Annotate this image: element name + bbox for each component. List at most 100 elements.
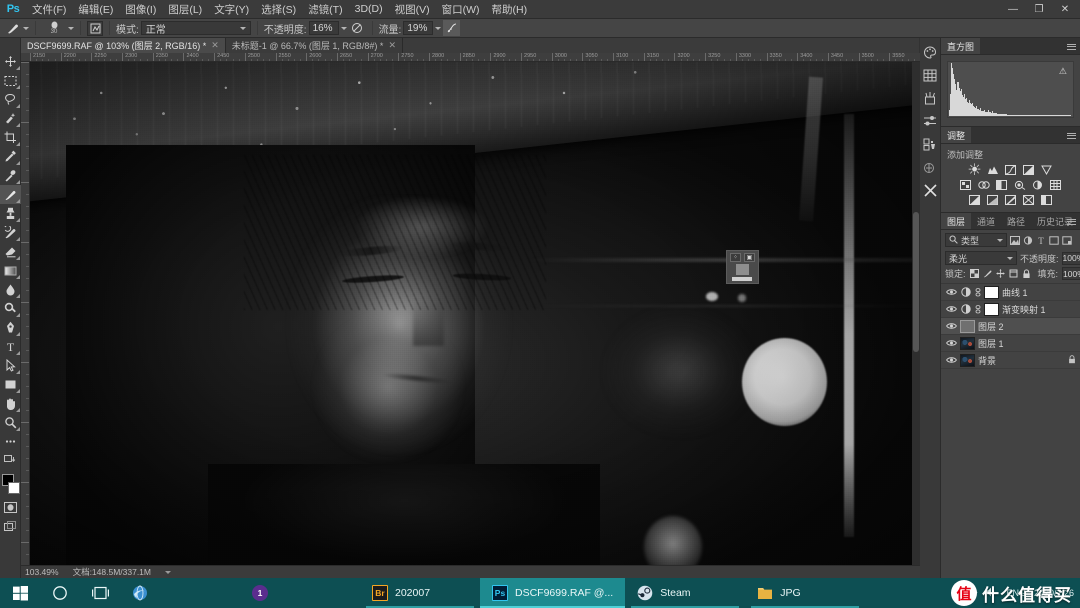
posterize-icon[interactable] <box>986 194 999 206</box>
color-balance-icon[interactable] <box>977 179 990 191</box>
layer-row[interactable]: 背景 <box>941 352 1080 369</box>
clone-source-icon[interactable] <box>920 134 941 154</box>
brush-size-preview[interactable]: 30 <box>42 19 66 38</box>
brightness-contrast-icon[interactable]: ☀ <box>967 162 981 179</box>
flow-input[interactable]: 19% <box>403 21 434 35</box>
taskbar-app-edge[interactable] <box>120 578 240 608</box>
lock-artboard-icon[interactable] <box>1009 268 1018 279</box>
layer-fill-input[interactable]: 100% <box>1062 267 1080 280</box>
menu-item-4[interactable]: 文字(Y) <box>208 0 255 19</box>
brush-presets-icon[interactable] <box>920 88 941 108</box>
ime-indicator[interactable]: ENG <box>1006 588 1026 598</box>
menu-item-1[interactable]: 编辑(E) <box>72 0 119 19</box>
adjustment-thumbnail-icon[interactable] <box>960 303 971 315</box>
materials-icon[interactable] <box>920 157 941 177</box>
minimize-button[interactable]: — <box>1000 0 1026 19</box>
airbrush-toggle-icon[interactable] <box>443 20 461 36</box>
tab-channels[interactable]: 通道 <box>971 213 1002 229</box>
blend-mode-select[interactable]: 正常 <box>140 21 251 36</box>
document-tab-active[interactable]: DSCF9699.RAF @ 103% (图层 2, RGB/16) * ✕ <box>21 38 226 53</box>
brush-tool[interactable] <box>0 185 21 204</box>
menu-item-7[interactable]: 3D(D) <box>349 0 389 19</box>
windows-start-icon[interactable] <box>0 578 40 608</box>
brush-tool-icon[interactable] <box>4 20 21 36</box>
smart-object-filter-icon[interactable] <box>1062 234 1072 246</box>
color-lookup-icon[interactable] <box>1049 179 1062 191</box>
layer-name[interactable]: 图层 1 <box>978 337 1004 350</box>
screen-mode-toggle[interactable] <box>0 451 21 470</box>
layer-thumbnail[interactable] <box>960 353 975 367</box>
lock-all-icon[interactable] <box>1022 268 1031 279</box>
layer-list[interactable]: 曲线 1 渐变映射 1 图层 2 图层 1 背景 <box>941 283 1080 578</box>
color-swatches[interactable] <box>0 472 21 498</box>
channel-mixer-icon[interactable] <box>1031 179 1044 191</box>
quick-mask-toggle[interactable] <box>0 498 21 517</box>
menu-item-10[interactable]: 帮助(H) <box>486 0 534 19</box>
gradient-map-icon[interactable] <box>1022 194 1035 206</box>
tab-layers[interactable]: 图层 <box>941 213 972 229</box>
hue-saturation-icon[interactable] <box>959 179 972 191</box>
black-white-icon[interactable] <box>995 179 1008 191</box>
spot-healing-brush-tool[interactable] <box>0 166 21 185</box>
panel-menu-icon[interactable] <box>1067 42 1076 51</box>
canvas-area[interactable]: 2150 2200 2250 2300 2350 2400 2450 2500 2550 2600… <box>21 53 920 578</box>
vibrance-icon[interactable] <box>1040 164 1053 176</box>
layer-mask-thumbnail[interactable] <box>984 285 999 299</box>
layer-mask-thumbnail[interactable] <box>984 302 999 316</box>
panel-menu-icon[interactable] <box>1067 131 1076 140</box>
type-filter-icon[interactable]: T <box>1036 234 1046 246</box>
crop-tool[interactable] <box>0 128 21 147</box>
eye-icon[interactable] <box>945 286 957 299</box>
layer-name[interactable]: 渐变映射 1 <box>1002 303 1046 316</box>
layer-row[interactable]: 图层 2 <box>941 318 1080 335</box>
menu-item-9[interactable]: 窗口(W) <box>436 0 486 19</box>
horizontal-ruler[interactable]: 2150 2200 2250 2300 2350 2400 2450 2500 2550 2600… <box>21 53 920 62</box>
selective-color-icon[interactable] <box>1040 194 1053 206</box>
menu-item-8[interactable]: 视图(V) <box>389 0 436 19</box>
pixel-filter-icon[interactable] <box>1010 234 1020 246</box>
mask-link-icon[interactable] <box>974 286 981 298</box>
brush-settings-icon[interactable] <box>920 111 941 131</box>
menu-item-5[interactable]: 选择(S) <box>255 0 302 19</box>
lock-position-icon[interactable] <box>995 268 1005 279</box>
taskbar-app-one[interactable]: 1 <box>240 578 360 608</box>
clock[interactable]: 2020/7/26 <box>1034 588 1074 599</box>
lock-transparent-icon[interactable] <box>969 268 979 279</box>
eye-icon[interactable] <box>945 303 957 316</box>
swatches-grid-icon[interactable] <box>920 65 941 85</box>
status-menu-icon[interactable] <box>165 570 171 574</box>
task-view-icon[interactable] <box>80 578 120 608</box>
widget-move-button[interactable]: ⁘ <box>729 253 741 263</box>
menu-item-6[interactable]: 滤镜(T) <box>302 0 348 19</box>
zoom-level[interactable]: 103.49% <box>25 567 59 577</box>
adjustment-filter-icon[interactable] <box>1023 234 1033 246</box>
lock-image-icon[interactable] <box>983 268 992 279</box>
eye-icon[interactable] <box>945 320 957 333</box>
path-selection-tool[interactable] <box>0 356 21 375</box>
menu-item-3[interactable]: 图层(L) <box>162 0 208 19</box>
layer-opacity-input[interactable]: 100% <box>1061 251 1080 265</box>
shape-filter-icon[interactable] <box>1049 234 1059 246</box>
tab-paths[interactable]: 路径 <box>1001 213 1032 229</box>
move-tool[interactable] <box>0 52 21 71</box>
background-color-swatch[interactable] <box>7 482 20 494</box>
close-icon[interactable]: ✕ <box>388 40 396 51</box>
brush-preset-caret-icon[interactable] <box>23 26 29 30</box>
layer-blend-mode-select[interactable]: 柔光 <box>945 251 1017 265</box>
layer-thumbnail[interactable] <box>960 319 975 333</box>
taskbar-app-photoshop[interactable]: Ps DSCF9699.RAF @... <box>480 578 626 608</box>
menu-item-2[interactable]: 图像(I) <box>119 0 162 19</box>
photo-filter-icon[interactable] <box>1013 179 1026 191</box>
type-tool[interactable]: T <box>0 337 21 356</box>
taskbar-app-steam[interactable]: Steam <box>625 578 745 608</box>
opacity-caret-icon[interactable] <box>340 26 347 30</box>
invert-icon[interactable] <box>968 194 981 206</box>
tab-histogram[interactable]: 直方图 <box>941 38 981 54</box>
close-button[interactable]: ✕ <box>1052 0 1078 19</box>
tab-adjustments[interactable]: 调整 <box>941 127 972 143</box>
document-tab-secondary[interactable]: 未标题-1 @ 66.7% (图层 1, RGB/8#) * ✕ <box>225 38 403 53</box>
scrollbar-thumb[interactable] <box>913 212 919 352</box>
hand-tool[interactable] <box>0 394 21 413</box>
opacity-pressure-toggle[interactable] <box>349 20 366 36</box>
layer-kind-select[interactable]: 类型 <box>945 233 1007 247</box>
